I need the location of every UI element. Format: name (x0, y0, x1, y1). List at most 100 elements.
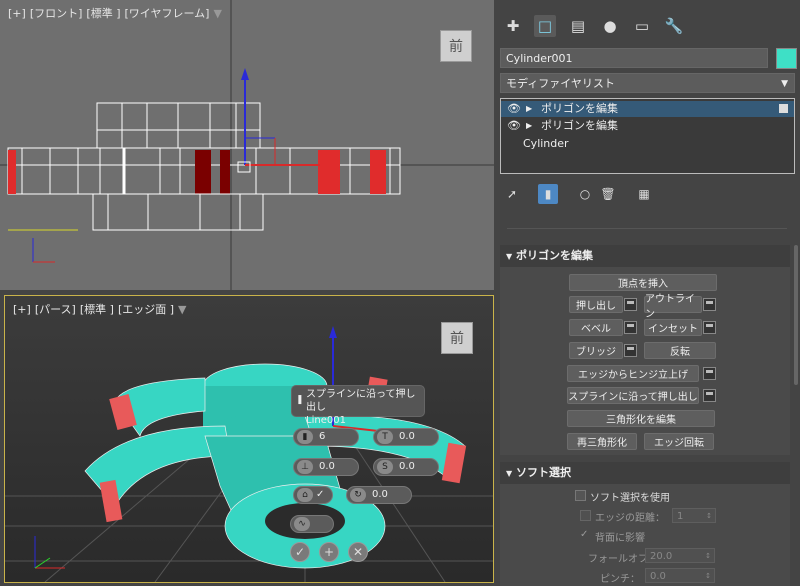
caddy-title-text: スプラインに沿って押し出し (306, 389, 416, 413)
caddy-map-field[interactable]: ⌂ ✓ (293, 486, 333, 504)
remove-modifier-icon[interactable]: 🗑 (598, 184, 618, 204)
bridge-settings-icon[interactable] (624, 344, 637, 357)
pinch-label: ピンチ： (600, 574, 640, 585)
segments-value[interactable]: 6 (319, 429, 325, 445)
eye-icon[interactable]: 👁 (507, 101, 521, 117)
bevel-settings-icon[interactable] (624, 321, 637, 334)
caddy-segments-field[interactable]: ▮ 6 (293, 428, 359, 446)
hierarchy-tab-icon[interactable]: ▤ (567, 15, 589, 37)
caddy-twist-field[interactable]: S 0.0 (373, 458, 439, 476)
panel-scrollbar[interactable] (794, 245, 798, 385)
caddy-apply-button[interactable]: + (319, 542, 339, 562)
caddy-taper-amount-field[interactable]: T 0.0 (373, 428, 439, 446)
filter-icon[interactable]: ▼ (213, 7, 221, 20)
show-end-result-icon[interactable]: ▮ (538, 184, 558, 204)
make-unique-icon[interactable]: ○ (575, 184, 595, 204)
object-color-swatch[interactable] (776, 48, 797, 69)
extrude-button[interactable]: 押し出し (569, 296, 623, 313)
motion-tab-icon[interactable]: ● (599, 15, 621, 37)
caddy-taper-curve-field[interactable]: ⊥ 0.0 (293, 458, 359, 476)
hinge-from-edge-button[interactable]: エッジからヒンジ立上げ (567, 365, 699, 382)
panel-divider (507, 228, 787, 229)
pinch-value[interactable]: 0.0 (650, 571, 666, 582)
viewport-view-menu[interactable]: [パース] (35, 303, 76, 316)
caddy-title[interactable]: ❚ スプラインに沿って押し出し Line001 (291, 385, 425, 426)
taper-curve-value[interactable]: 0.0 (319, 459, 335, 475)
viewport-view-menu[interactable]: [フロント] (30, 7, 83, 20)
viewport-front[interactable]: [+] [フロント] [標準 ] [ワイヤフレーム] ▼ 前 (0, 0, 494, 290)
pinch-spinner[interactable]: 0.0 ↕ (645, 568, 715, 583)
outline-button[interactable]: アウトライン (644, 294, 702, 320)
pick-spline-icon[interactable]: ✓ (316, 487, 324, 503)
filter-icon[interactable]: ▼ (178, 303, 186, 316)
display-tab-icon[interactable]: ▭ (631, 15, 653, 37)
extrude-settings-icon[interactable] (624, 298, 637, 311)
caddy-spline-pick[interactable]: ∿ (290, 515, 334, 533)
object-name-field[interactable]: Cylinder001 (500, 48, 768, 68)
pin-stack-icon[interactable]: ➚ (502, 184, 522, 204)
affect-backfacing-label: 背面に影響 (595, 533, 645, 544)
edge-distance-spinner[interactable]: 1 ↕ (672, 508, 716, 523)
modifier-stack[interactable]: 👁 ▶ ポリゴンを編集 👁 ▶ ポリゴンを編集 Cylinder (500, 98, 795, 174)
twist-value[interactable]: 0.0 (399, 459, 415, 475)
stack-toolbar: ➚ ▮ ○ 🗑 ▦ (497, 182, 800, 206)
turn-edge-button[interactable]: エッジ回転 (644, 433, 714, 450)
viewport-shading-menu[interactable]: [標準 ] (86, 7, 120, 20)
viewport-mode-menu[interactable]: [ワイヤフレーム] (125, 7, 210, 20)
modifier-list-label: モディファイヤリスト (506, 77, 615, 90)
viewport-menu[interactable]: [+] (13, 303, 31, 316)
stack-item-edit-poly-1[interactable]: 👁 ▶ ポリゴンを編集 (501, 101, 794, 117)
expand-triangle-icon[interactable]: ▶ (526, 118, 532, 134)
bevel-button[interactable]: ベベル (569, 319, 623, 336)
viewport-front-label[interactable]: [+] [フロント] [標準 ] [ワイヤフレーム] ▼ (8, 5, 226, 21)
caddy-cancel-button[interactable]: ✕ (348, 542, 368, 562)
modifier-toggle-box[interactable] (779, 104, 788, 113)
retriangulate-button[interactable]: 再三角形化 (567, 433, 637, 450)
spinner-arrows-icon[interactable]: ↕ (706, 509, 712, 524)
utilities-tab-icon[interactable]: 🔧 (663, 15, 685, 37)
falloff-value[interactable]: 20.0 (650, 551, 672, 562)
edge-distance-value[interactable]: 1 (677, 511, 683, 522)
extrude-along-spline-button[interactable]: スプラインに沿って押し出し (567, 387, 699, 404)
create-tab-icon[interactable]: ✚ (502, 15, 524, 37)
viewport-menu[interactable]: [+] (8, 7, 26, 20)
expand-triangle-icon[interactable]: ▶ (526, 101, 532, 117)
viewport-persp-label[interactable]: [+] [パース] [標準 ] [エッジ面 ] ▼ (13, 301, 191, 317)
spinner-arrows-icon[interactable]: ↕ (705, 549, 711, 564)
eye-icon[interactable]: 👁 (507, 118, 521, 134)
flip-button[interactable]: 反転 (644, 342, 716, 359)
spinner-arrows-icon[interactable]: ↕ (705, 569, 711, 584)
viewport-shading-menu[interactable]: [標準 ] (80, 303, 114, 316)
configure-sets-icon[interactable]: ▦ (634, 184, 654, 204)
outline-settings-icon[interactable] (703, 298, 716, 311)
inset-button[interactable]: インセット (644, 319, 702, 336)
viewcube[interactable]: 前 (440, 30, 472, 62)
rotation-value[interactable]: 0.0 (372, 487, 388, 503)
twist-icon: S (377, 460, 393, 474)
hinge-settings-icon[interactable] (703, 367, 716, 380)
falloff-spinner[interactable]: 20.0 ↕ (645, 548, 715, 563)
viewport-mode-menu[interactable]: [エッジ面 ] (118, 303, 174, 316)
edit-polygons-header[interactable]: ▼ ポリゴンを編集 (500, 245, 790, 267)
stack-item-cylinder[interactable]: Cylinder (501, 136, 794, 152)
viewcube[interactable]: 前 (441, 322, 473, 354)
stack-item-label: Cylinder (523, 137, 569, 150)
taper-amount-value[interactable]: 0.0 (399, 429, 415, 445)
stack-item-label: ポリゴンを編集 (541, 102, 618, 115)
modify-tab-icon[interactable]: □ (534, 15, 556, 37)
stack-item-edit-poly-2[interactable]: 👁 ▶ ポリゴンを編集 (501, 118, 794, 134)
caddy-ok-button[interactable]: ✓ (290, 542, 310, 562)
extrude-spline-settings-icon[interactable] (703, 389, 716, 402)
caddy-drag-icon[interactable]: ❚ (296, 394, 304, 407)
modifier-list-dropdown[interactable]: モディファイヤリスト ▼ (500, 73, 795, 93)
inset-settings-icon[interactable] (703, 321, 716, 334)
soft-selection-header[interactable]: ▼ ソフト選択 (500, 462, 790, 484)
caddy-rotation-field[interactable]: ↻ 0.0 (346, 486, 412, 504)
bridge-button[interactable]: ブリッジ (569, 342, 623, 359)
edge-distance-checkbox[interactable] (580, 510, 591, 521)
affect-backfacing-check-icon[interactable]: ✓ (580, 529, 588, 540)
use-soft-selection-checkbox[interactable] (575, 490, 586, 501)
command-panel-tabs: ✚ □ ▤ ● ▭ 🔧 (497, 5, 800, 47)
edit-triangulation-button[interactable]: 三角形化を編集 (567, 410, 715, 427)
insert-vertex-button[interactable]: 頂点を挿入 (569, 274, 717, 291)
